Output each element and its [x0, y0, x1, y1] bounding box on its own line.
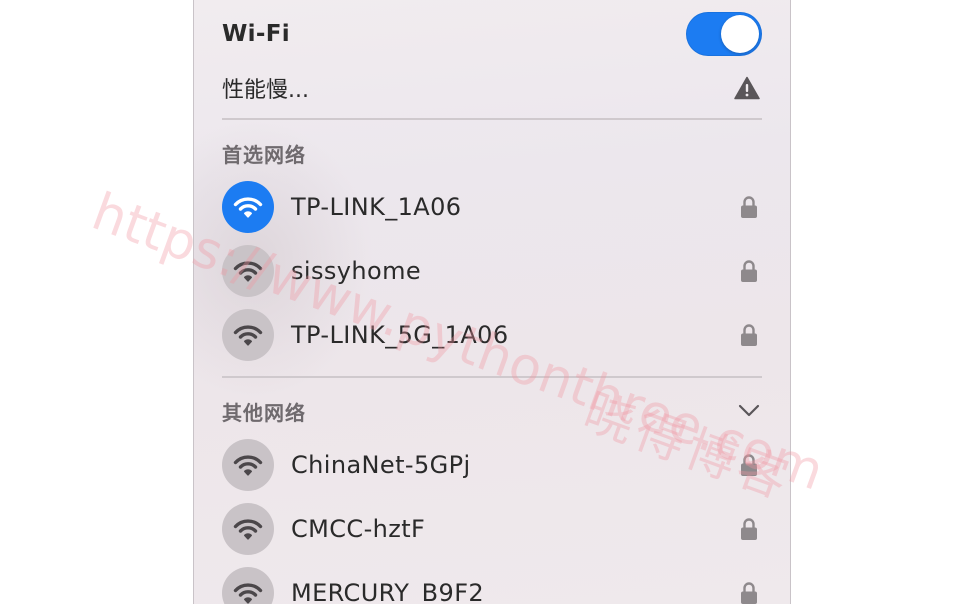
- divider: [222, 376, 762, 378]
- screen: Wi-Fi 性能慢... 首选网络 TP-LINK_1A06 sissyhome T…: [0, 0, 958, 604]
- network-name: MERCURY_B9F2: [291, 579, 485, 604]
- network-item[interactable]: TP-LINK_5G_1A06: [222, 307, 762, 363]
- wifi-signal-badge: [222, 439, 274, 491]
- wifi-header: Wi-Fi: [222, 12, 762, 56]
- lock-icon: [741, 324, 757, 346]
- wifi-icon: [233, 325, 263, 346]
- lock-icon: [741, 518, 757, 540]
- network-item[interactable]: TP-LINK_1A06: [222, 179, 762, 235]
- network-name: sissyhome: [291, 257, 422, 285]
- network-item[interactable]: CMCC-hztF: [222, 501, 762, 557]
- network-item[interactable]: sissyhome: [222, 243, 762, 299]
- wifi-status-row: 性能慢...: [222, 72, 762, 104]
- other-networks-title: 其他网络: [222, 400, 306, 425]
- wifi-signal-badge: [222, 181, 274, 233]
- preferred-networks-title: 首选网络: [222, 142, 306, 167]
- other-networks-header[interactable]: 其他网络: [222, 396, 762, 426]
- network-item[interactable]: ChinaNet-5GPj: [222, 437, 762, 493]
- network-item[interactable]: MERCURY_B9F2: [222, 565, 762, 604]
- lock-icon: [741, 454, 757, 476]
- wifi-toggle[interactable]: [686, 12, 762, 56]
- network-name: CMCC-hztF: [291, 515, 426, 543]
- wifi-icon: [233, 261, 263, 282]
- network-name: ChinaNet-5GPj: [291, 451, 471, 479]
- wifi-signal-badge: [222, 503, 274, 555]
- wifi-menu-panel: Wi-Fi 性能慢... 首选网络 TP-LINK_1A06 sissyhome T…: [193, 0, 791, 604]
- wifi-icon: [233, 519, 263, 540]
- divider: [222, 118, 762, 120]
- wifi-icon: [233, 583, 263, 604]
- network-name: TP-LINK_1A06: [291, 193, 462, 221]
- wifi-signal-badge: [222, 309, 274, 361]
- wifi-signal-badge: [222, 567, 274, 604]
- wifi-status-text: 性能慢...: [222, 78, 309, 103]
- wifi-icon: [233, 455, 263, 476]
- warning-icon[interactable]: [734, 76, 760, 100]
- lock-icon: [741, 260, 757, 282]
- wifi-title: Wi-Fi: [222, 21, 290, 47]
- lock-icon: [741, 582, 757, 604]
- preferred-networks-header: 首选网络: [222, 138, 762, 168]
- lock-icon: [741, 196, 757, 218]
- wifi-signal-badge: [222, 245, 274, 297]
- chevron-down-icon[interactable]: [738, 404, 760, 418]
- wifi-icon: [233, 197, 263, 218]
- network-name: TP-LINK_5G_1A06: [291, 321, 509, 349]
- toggle-knob: [721, 15, 759, 53]
